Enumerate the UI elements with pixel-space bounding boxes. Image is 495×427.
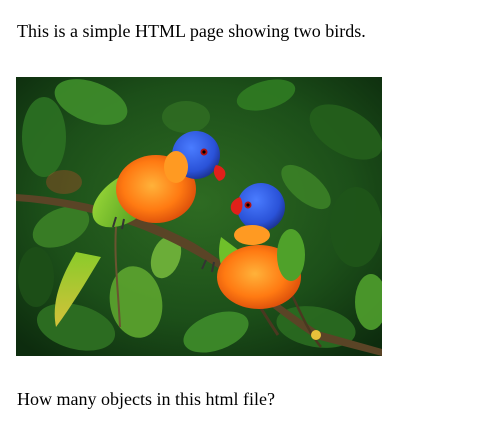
- question-text: How many objects in this html file?: [17, 389, 275, 409]
- intro-text: This is a simple HTML page showing two b…: [17, 21, 366, 41]
- background-blur: [46, 170, 82, 194]
- birds-photo: [16, 77, 382, 356]
